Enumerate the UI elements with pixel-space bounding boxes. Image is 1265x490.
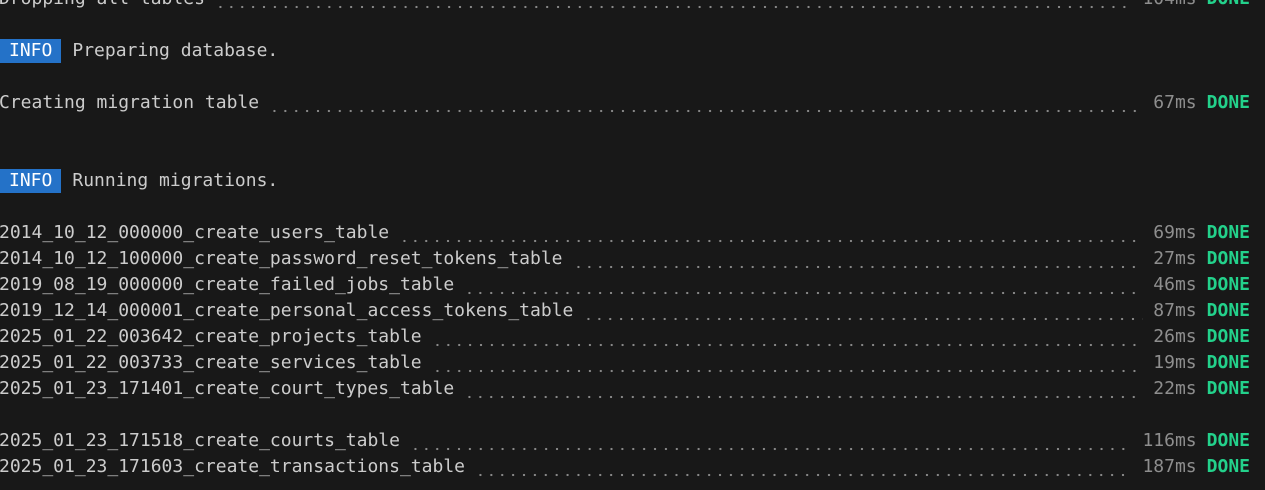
info-line-running-migrations: INFO Running migrations. (0, 168, 1265, 194)
migration-line: 2025_01_23_171518_create_courts_table 11… (0, 428, 1265, 454)
migration-label: 2025_01_23_171401_create_court_types_tab… (0, 378, 455, 399)
migration-line: 2019_12_14_000001_create_personal_access… (0, 298, 1265, 324)
migration-status-done: DONE (1206, 430, 1250, 451)
migration-duration: 187ms (1142, 456, 1197, 477)
migration-label: 2014_10_12_100000_create_password_reset_… (0, 248, 563, 269)
task-duration: 104ms (1142, 0, 1196, 12)
migration-status-done: DONE (1206, 326, 1250, 347)
info-message: Running migrations. (72, 170, 279, 191)
migration-line: 2025_01_23_171603_create_transactions_ta… (0, 454, 1265, 480)
migration-status-done: DONE (1206, 352, 1250, 373)
migration-duration: 22ms (1153, 378, 1197, 399)
task-line-dropping-tables: Dropping all tables 104ms DONE (0, 0, 1265, 12)
dot-leader (464, 272, 1144, 298)
migration-label: 2014_10_12_000000_create_users_table (0, 222, 390, 243)
migration-line: 2014_10_12_000000_create_users_table 69m… (0, 220, 1265, 246)
task-status-done: DONE (1207, 0, 1250, 12)
migration-duration: 69ms (1153, 222, 1197, 243)
dot-leader (269, 90, 1144, 116)
dot-leader (464, 376, 1144, 402)
dot-leader (572, 246, 1144, 272)
dot-leader (431, 350, 1144, 376)
migration-label: 2025_01_22_003733_create_services_table (0, 352, 422, 373)
task-label: Dropping all tables (0, 0, 205, 12)
migration-label: 2025_01_23_171603_create_transactions_ta… (0, 456, 465, 477)
migration-label: 2025_01_23_171518_create_courts_table (0, 430, 400, 451)
migration-status-done: DONE (1206, 456, 1250, 477)
dot-leader (399, 220, 1144, 246)
migration-status-done: DONE (1206, 248, 1250, 269)
migration-status-done: DONE (1206, 274, 1250, 295)
migration-status-done: DONE (1206, 300, 1250, 321)
migration-status-done: DONE (1206, 378, 1250, 399)
task-line-creating-migration-table: Creating migration table 67ms DONE (0, 90, 1265, 116)
info-badge: INFO (0, 169, 62, 193)
terminal-output[interactable]: Dropping all tables 104ms DONE INFO Prep… (0, 0, 1265, 490)
task-label: Creating migration table (0, 92, 260, 113)
migration-status-done: DONE (1206, 222, 1250, 243)
dot-leader (409, 428, 1133, 454)
info-message: Preparing database. (72, 40, 279, 61)
migration-line: 2025_01_22_003642_create_projects_table … (0, 324, 1265, 350)
migration-duration: 116ms (1142, 430, 1197, 451)
migration-line: 2025_01_22_003733_create_services_table … (0, 350, 1265, 376)
migration-label: 2019_08_19_000000_create_failed_jobs_tab… (0, 274, 455, 295)
dot-leader (431, 324, 1144, 350)
migration-line: 2014_10_12_100000_create_password_reset_… (0, 246, 1265, 272)
info-badge: INFO (0, 39, 62, 63)
migration-label: 2025_01_22_003642_create_projects_table (0, 326, 422, 347)
migration-duration: 26ms (1153, 326, 1197, 347)
info-line-preparing: INFO Preparing database. (0, 38, 1265, 64)
dot-leader (475, 454, 1133, 480)
task-duration: 67ms (1153, 92, 1197, 113)
migration-duration: 19ms (1153, 352, 1197, 373)
migration-duration: 27ms (1153, 248, 1197, 269)
dot-leader (214, 0, 1133, 12)
migration-label: 2019_12_14_000001_create_personal_access… (0, 300, 574, 321)
migration-duration: 46ms (1153, 274, 1197, 295)
migration-line: 2025_01_23_171401_create_court_types_tab… (0, 376, 1265, 402)
dot-leader (583, 298, 1144, 324)
task-status-done: DONE (1206, 92, 1250, 113)
migration-duration: 87ms (1153, 300, 1197, 321)
migration-line: 2019_08_19_000000_create_failed_jobs_tab… (0, 272, 1265, 298)
